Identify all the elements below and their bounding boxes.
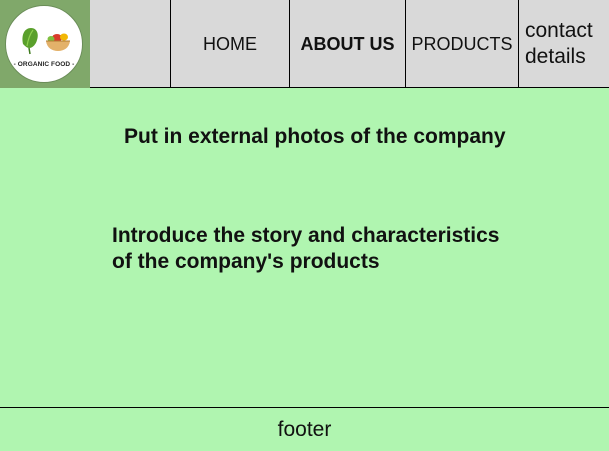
logo-text: - ORGANIC FOOD -	[13, 61, 75, 68]
nav-contact-line2: details	[525, 45, 586, 68]
footer: footer	[0, 407, 609, 451]
organic-food-logo[interactable]: - ORGANIC FOOD -	[5, 5, 83, 83]
nav-home-label: HOME	[203, 33, 257, 54]
nav-products-label: PRODUCTS	[411, 33, 513, 54]
header-nav-bar: - ORGANIC FOOD - HOME ABOUT US PRODUCTS …	[0, 0, 609, 88]
nav-blank-cell	[90, 0, 170, 88]
photos-placeholder-text: Put in external photos of the company	[124, 125, 506, 148]
nav-contact-line1: contact	[525, 19, 593, 42]
nav-item-home[interactable]: HOME	[170, 0, 289, 88]
vegetables-icon	[22, 28, 70, 55]
footer-label: footer	[277, 417, 332, 441]
nav-item-contact-details[interactable]: contact details	[518, 0, 609, 88]
nav-item-about-us[interactable]: ABOUT US	[289, 0, 405, 88]
nav-item-products[interactable]: PRODUCTS	[405, 0, 518, 88]
nav-about-label: ABOUT US	[300, 33, 395, 54]
story-text-line1: Introduce the story and characteristics	[112, 224, 500, 247]
story-text-line2: of the company's products	[112, 250, 380, 273]
logo-container[interactable]: - ORGANIC FOOD -	[0, 0, 90, 88]
